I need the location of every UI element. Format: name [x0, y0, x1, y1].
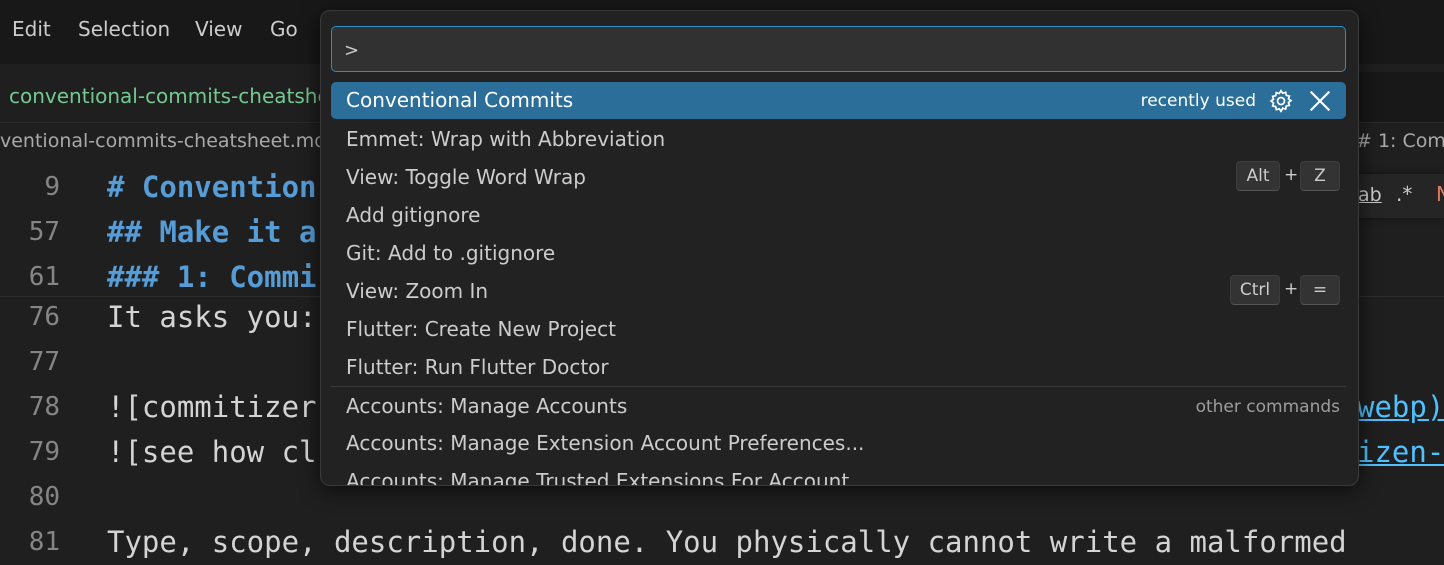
code-text: ![commitizer [107, 390, 317, 424]
code-line: ![see how cl [107, 435, 317, 469]
gear-icon[interactable] [1268, 88, 1294, 114]
code-text: ## Make it a [107, 215, 317, 249]
command-item[interactable]: View: Zoom In Ctrl + = [331, 273, 1346, 310]
key-cap: = [1300, 275, 1340, 305]
code-line: It asks you: [107, 300, 317, 334]
command-palette: Conventional Commits recently used Emmet: … [320, 10, 1359, 486]
command-label: View: Zoom In [346, 279, 489, 303]
command-label: Accounts: Manage Accounts [346, 394, 628, 418]
line-number: 79 [28, 437, 60, 467]
link-text[interactable]: izen- [1357, 435, 1444, 469]
code-line: Type, scope, description, done. You phys… [107, 525, 1347, 559]
line-number: 78 [28, 392, 60, 422]
command-label: View: Toggle Word Wrap [346, 165, 586, 189]
key-plus: + [1284, 279, 1299, 299]
code-line: ![commitizer [107, 390, 317, 424]
keybinding: Alt + Z [1236, 161, 1340, 191]
close-icon[interactable] [1306, 87, 1334, 115]
command-label: Conventional Commits [346, 88, 574, 112]
command-label: Flutter: Create New Project [346, 317, 616, 341]
group-separator [331, 386, 1346, 387]
line-number: 81 [28, 527, 60, 557]
command-item[interactable]: Add gitignore [331, 197, 1346, 234]
tab-cheatsheet[interactable]: conventional-commits-cheatsheet.md [0, 72, 330, 122]
key-plus: + [1284, 165, 1299, 185]
command-label: Git: Add to .gitignore [346, 241, 556, 265]
command-item[interactable]: Emmet: Wrap with Abbreviation [331, 121, 1346, 158]
command-item[interactable]: Accounts: Manage Accounts other commands [331, 388, 1346, 425]
key-cap: Z [1300, 161, 1340, 191]
group-label: other commands [1195, 397, 1340, 417]
command-label: Accounts: Manage Trusted Extensions For … [346, 469, 850, 486]
command-input-box [331, 26, 1346, 73]
line-number: 57 [28, 217, 60, 247]
command-item[interactable]: Flutter: Create New Project [331, 311, 1346, 348]
menu-view[interactable]: View [195, 17, 242, 41]
code-line: # Convention [107, 170, 317, 204]
key-cap: Alt [1236, 161, 1280, 191]
line-number: 61 [28, 262, 60, 292]
key-cap: Ctrl [1230, 275, 1280, 305]
recently-used-label: recently used [1140, 91, 1256, 111]
line-number: 80 [28, 482, 60, 512]
code-text: # Convention [107, 170, 317, 204]
line-number: 77 [28, 347, 60, 377]
code-line: ### 1: Commi [107, 260, 317, 294]
command-label: Accounts: Manage Extension Account Prefe… [346, 431, 865, 455]
code-line: ## Make it a [107, 215, 317, 249]
keybinding: Ctrl + = [1230, 275, 1340, 305]
command-item[interactable]: Flutter: Run Flutter Doctor [331, 349, 1346, 386]
command-item[interactable]: Conventional Commits recently used [331, 82, 1346, 119]
breadcrumb-file[interactable]: ventional-commits-cheatsheet.md [0, 130, 326, 152]
line-number: 76 [28, 302, 60, 332]
menu-selection[interactable]: Selection [78, 17, 170, 41]
link-text[interactable]: webp) [1357, 390, 1444, 424]
code-text: Type, scope, description, done. You phys… [107, 525, 1347, 559]
command-label: Flutter: Run Flutter Doctor [346, 355, 609, 379]
command-label: Emmet: Wrap with Abbreviation [346, 127, 666, 151]
command-label: Add gitignore [346, 203, 481, 227]
command-item[interactable]: Accounts: Manage Extension Account Prefe… [331, 425, 1346, 462]
command-item[interactable]: View: Toggle Word Wrap Alt + Z [331, 159, 1346, 196]
breadcrumb-symbol[interactable]: # 1: Com [1356, 130, 1444, 152]
code-text: ![see how cl [107, 435, 317, 469]
tab-label: conventional-commits-cheatsheet.md [9, 84, 330, 108]
line-number: 9 [44, 172, 60, 202]
code-text: It asks you: [107, 300, 317, 334]
command-item[interactable]: Git: Add to .gitignore [331, 235, 1346, 272]
command-input[interactable] [332, 27, 1346, 73]
menu-go[interactable]: Go [270, 17, 298, 41]
command-item[interactable]: Accounts: Manage Trusted Extensions For … [331, 463, 1346, 486]
code-text: ### 1: Commi [107, 260, 317, 294]
menu-edit[interactable]: Edit [12, 17, 51, 41]
